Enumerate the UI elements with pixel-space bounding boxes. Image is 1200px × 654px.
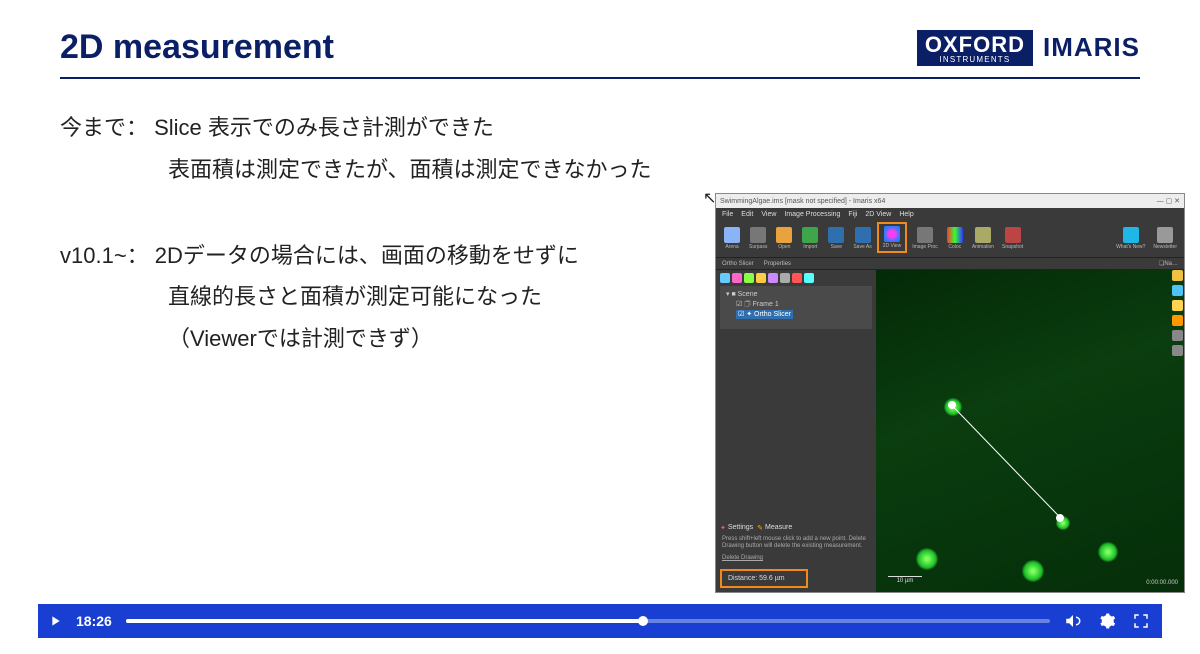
brand-block: OXFORD INSTRUMENTS IMARIS [917,30,1140,66]
tb-snapshot[interactable]: Snapshot [999,226,1026,251]
menu-imageproc[interactable]: Image Processing [784,211,840,218]
palette-icon[interactable] [792,273,802,283]
cell-dot [1098,542,1118,562]
page-title: 2D measurement [60,28,334,67]
tb-surpass[interactable]: Surpass [746,226,770,251]
tree-frame[interactable]: Frame 1 [753,301,779,308]
window-title: SwimmingAlgae.ims [mask not specified] -… [720,198,885,205]
image-viewport[interactable]: 10 µm 0:00:00.000 [876,270,1184,592]
tree-scene[interactable]: Scene [738,291,758,298]
window-titlebar[interactable]: SwimmingAlgae.ims [mask not specified] -… [716,194,1184,208]
measurement-line [953,406,1062,519]
tb-coloc[interactable]: Coloc [943,226,967,251]
rtool-icon[interactable] [1172,330,1183,341]
tb-imageproc[interactable]: Image Proc [909,226,941,251]
tb-arena[interactable]: Arena [720,226,744,251]
play-button[interactable] [38,613,72,629]
tab-measure[interactable]: ✎Measure [757,524,792,532]
tb-saveas[interactable]: Save As [850,226,874,251]
menu-file[interactable]: File [722,211,733,218]
palette-icon[interactable] [768,273,778,283]
rtool-icon[interactable] [1172,345,1183,356]
palette-icon[interactable] [732,273,742,283]
right-tool-strip [1172,270,1183,356]
bullet-line-1: 今まで： Slice 表示でのみ長さ計測ができた [60,107,1140,149]
volume-icon[interactable] [1064,612,1082,630]
sub-na[interactable]: ❏Na… [1159,260,1178,267]
left-panel: ▾ ■ Scene ☑ 🗇 Frame 1 ☑ ✦ Ortho Slicer ✦… [716,270,876,592]
rtool-icon[interactable] [1172,300,1183,311]
tb-animation[interactable]: Animation [969,226,997,251]
current-time: 18:26 [76,613,112,629]
highlight-2dview: 2D View [877,222,908,253]
sub-ortho[interactable]: Ortho Slicer [722,261,754,267]
tab-settings[interactable]: ✦Settings [720,524,753,532]
tb-newsletter[interactable]: Newsletter [1150,226,1180,251]
oxford-logo: OXFORD INSTRUMENTS [917,30,1033,66]
imaris-window: SwimmingAlgae.ims [mask not specified] -… [715,193,1185,593]
video-player-bar: 18:26 [38,604,1162,638]
toolbar: Arena Surpass Open Import Save Save As 2… [716,220,1184,258]
rtool-icon[interactable] [1172,285,1183,296]
palette-icon[interactable] [744,273,754,283]
tb-whatsnew[interactable]: What's New? [1113,226,1148,251]
menu-fiji[interactable]: Fiji [848,211,857,218]
menu-edit[interactable]: Edit [741,211,753,218]
scale-label: 10 µm [897,578,914,584]
tb-2dview[interactable]: 2D View [880,225,905,250]
cell-dot [1022,560,1044,582]
tree-ortho[interactable]: Ortho Slicer [754,311,791,318]
menu-view[interactable]: View [761,211,776,218]
tb-save[interactable]: Save [824,226,848,251]
settings-icon[interactable] [1098,612,1116,630]
measure-endpoint[interactable] [948,401,956,409]
tool-palette[interactable] [716,270,876,286]
panel-tabs: ✦Settings ✎Measure [720,524,872,532]
imaris-logo: IMARIS [1043,32,1140,63]
timecode: 0:00:00.000 [1146,580,1178,586]
seek-progress [126,619,644,623]
sub-props[interactable]: Properties [764,261,791,267]
tb-import[interactable]: Import [798,226,822,251]
scale-bar: 10 µm [888,576,922,584]
measure-instructions: Press shift+left mouse click to add a ne… [716,534,876,554]
fullscreen-icon[interactable] [1132,612,1150,630]
menu-2dview[interactable]: 2D View [865,211,891,218]
slide-area: 2D measurement OXFORD INSTRUMENTS IMARIS… [0,0,1200,600]
main-area: ▾ ■ Scene ☑ 🗇 Frame 1 ☑ ✦ Ortho Slicer ✦… [716,270,1184,592]
menu-help[interactable]: Help [899,211,913,218]
rtool-icon[interactable] [1172,315,1183,326]
seek-knob[interactable] [638,616,648,626]
sub-toolbar: Ortho Slicer Properties ❏Na… [716,258,1184,270]
palette-icon[interactable] [756,273,766,283]
title-row: 2D measurement OXFORD INSTRUMENTS IMARIS [60,28,1140,79]
tb-open[interactable]: Open [772,226,796,251]
cell-dot [916,548,938,570]
bullet-line-2: 表面積は測定できたが、面積は測定できなかった [168,149,1140,191]
menu-bar[interactable]: File Edit View Image Processing Fiji 2D … [716,208,1184,220]
palette-icon[interactable] [804,273,814,283]
palette-icon[interactable] [720,273,730,283]
measure-endpoint[interactable] [1056,514,1064,522]
window-controls[interactable]: — ▢ ✕ [1157,197,1180,205]
palette-icon[interactable] [780,273,790,283]
scene-tree[interactable]: ▾ ■ Scene ☑ 🗇 Frame 1 ☑ ✦ Ortho Slicer [720,286,872,329]
rtool-icon[interactable] [1172,270,1183,281]
distance-readout: Distance: 59.6 µm [720,569,808,588]
delete-drawing-link[interactable]: Delete Drawing [716,553,876,565]
seek-bar[interactable] [126,619,1050,623]
